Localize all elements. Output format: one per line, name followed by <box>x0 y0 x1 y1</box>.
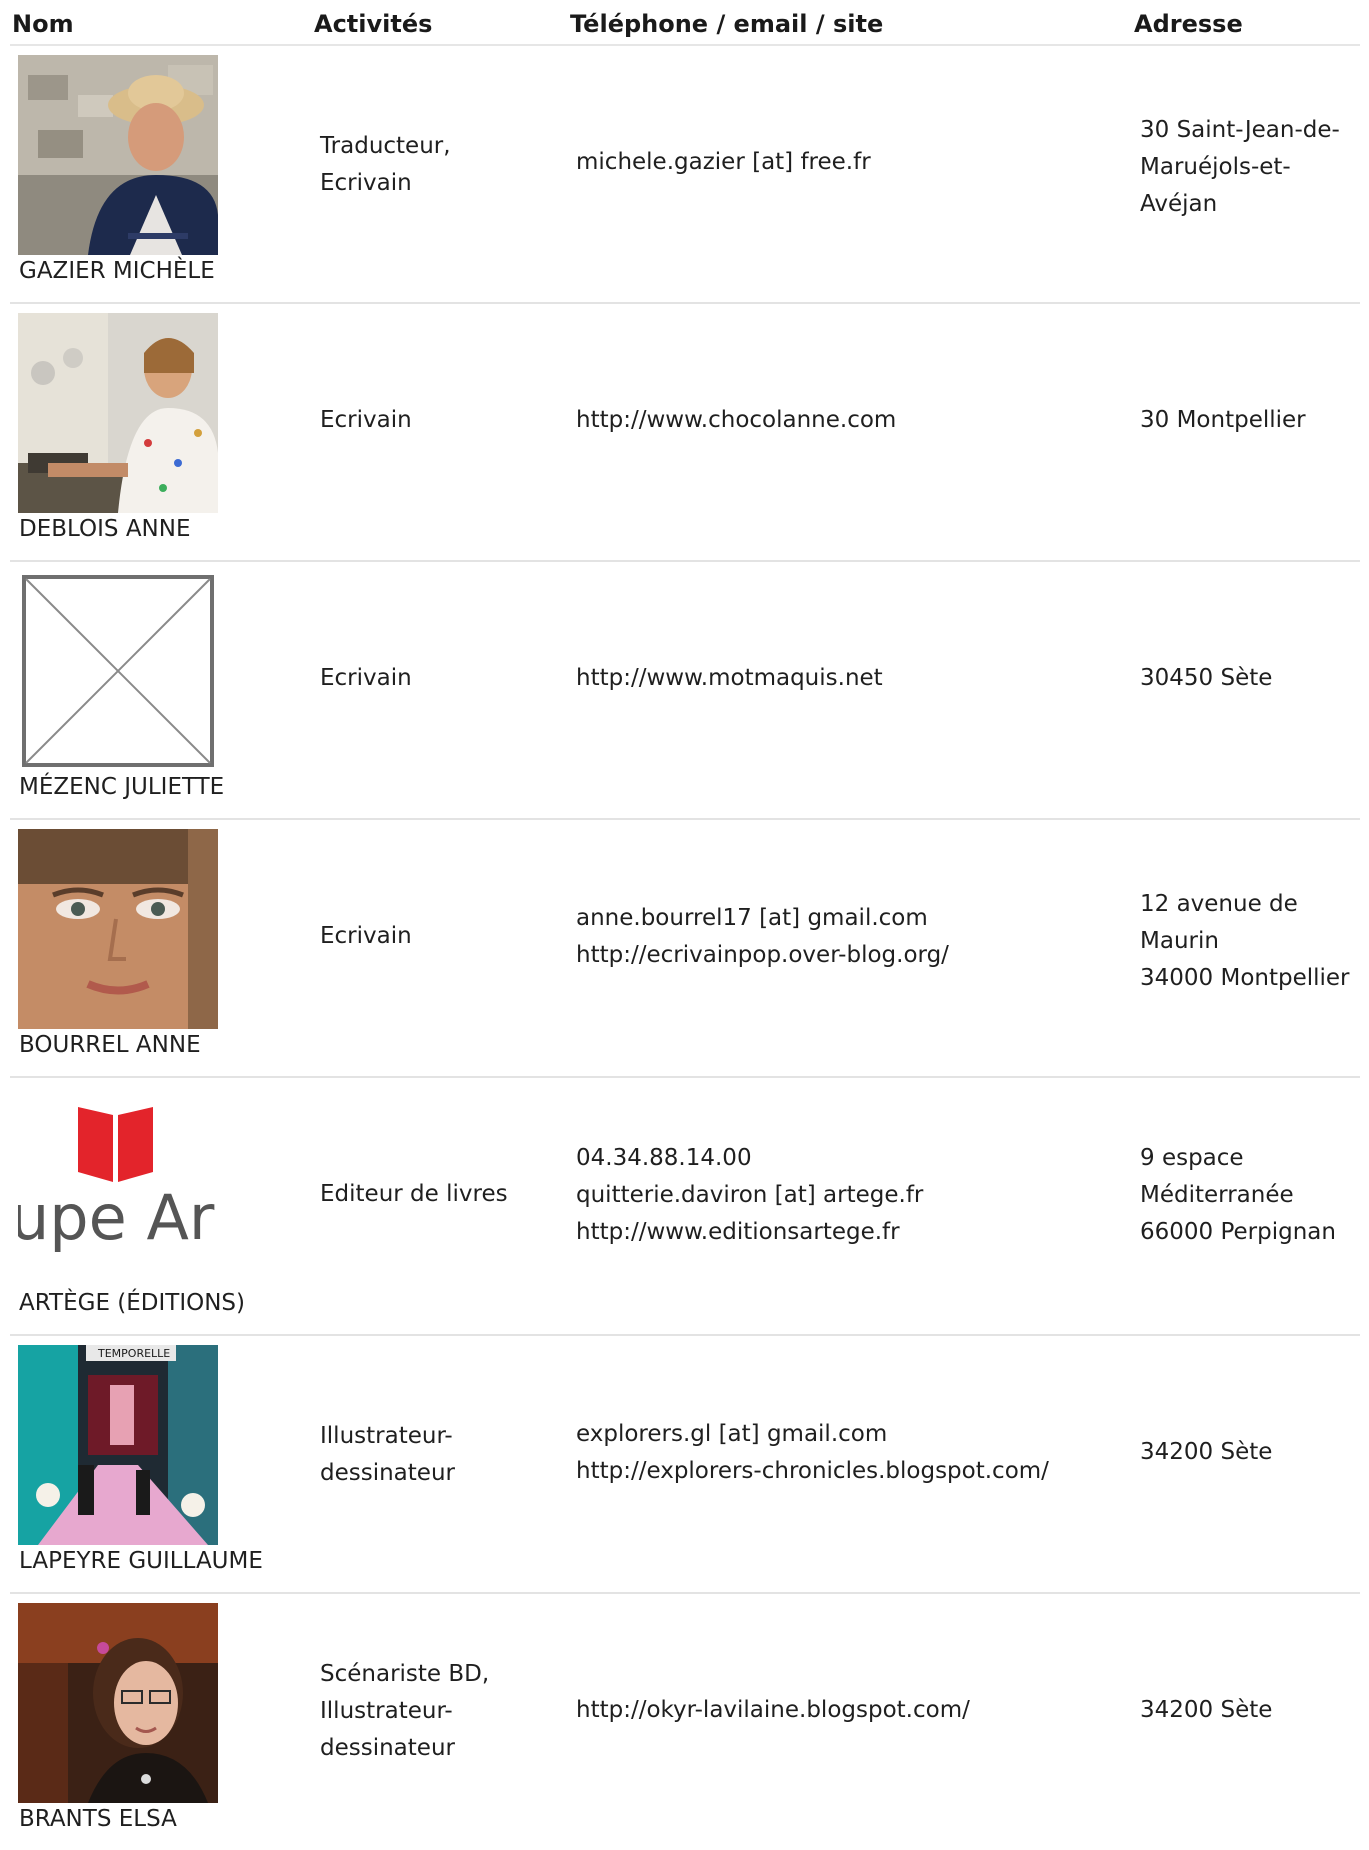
header-contact: Téléphone / email / site <box>570 10 884 38</box>
table-row: BRANTS ELSA Scénariste BD, Illustrateur-… <box>10 1594 1360 1850</box>
address-cell: 30 Montpellier <box>1140 407 1306 433</box>
publisher-logo[interactable]: upe Ar <box>18 1087 218 1287</box>
person-name[interactable]: GAZIER MICHÈLE <box>19 258 215 284</box>
missing-image-placeholder-icon[interactable] <box>18 571 218 771</box>
header-name: Nom <box>12 10 74 38</box>
email-text: anne.bourrel17 [at] gmail.com <box>576 905 928 931</box>
activities-cell: Illustrateur- dessinateur <box>320 1423 455 1486</box>
address-cell: 34200 Sète <box>1140 1439 1273 1465</box>
address-cell: 30450 Sète <box>1140 665 1273 691</box>
person-name[interactable]: DEBLOIS ANNE <box>19 516 191 542</box>
website-link[interactable]: http://www.editionsartege.fr <box>576 1214 1116 1251</box>
table-row: upe Ar ARTÈGE (ÉDITIONS) Editeur de livr… <box>10 1078 1360 1336</box>
table-header: Nom Activités Téléphone / email / site A… <box>10 0 1360 46</box>
header-address: Adresse <box>1134 10 1243 38</box>
phone-text: 04.34.88.14.00 <box>576 1145 752 1171</box>
table-row: TEMPORELLE LAPEYRE GUILLAUME Illustrateu… <box>10 1336 1360 1594</box>
book-cover-image[interactable]: TEMPORELLE <box>18 1345 218 1545</box>
contact-cell: http://www.motmaquis.net <box>576 660 1116 697</box>
address-cell: 30 Saint-Jean-de- Maruéjols-et- Avéjan <box>1140 117 1340 217</box>
contact-cell: http://okyr-lavilaine.blogspot.com/ <box>576 1692 1116 1729</box>
table-row: MÉZENC JULIETTE Ecrivain http://www.motm… <box>10 562 1360 820</box>
profile-photo[interactable] <box>18 55 218 255</box>
activities-cell: Ecrivain <box>320 407 412 433</box>
contact-cell: anne.bourrel17 [at] gmail.com http://ecr… <box>576 900 1116 974</box>
website-link[interactable]: http://okyr-lavilaine.blogspot.com/ <box>576 1692 1116 1729</box>
profile-photo[interactable] <box>18 1603 218 1803</box>
address-cell: 34200 Sète <box>1140 1697 1273 1723</box>
email-text: michele.gazier [at] free.fr <box>576 149 871 175</box>
activities-cell: Ecrivain <box>320 923 412 949</box>
activities-cell: Traducteur, Ecrivain <box>320 133 451 196</box>
contact-cell: http://www.chocolanne.com <box>576 402 1116 439</box>
header-activities: Activités <box>314 10 433 38</box>
person-name[interactable]: BRANTS ELSA <box>19 1806 177 1832</box>
address-cell: 9 espace Méditerranée 66000 Perpignan <box>1140 1145 1336 1245</box>
website-link[interactable]: http://www.chocolanne.com <box>576 402 1116 439</box>
activities-cell: Scénariste BD, Illustrateur- dessinateur <box>320 1661 490 1761</box>
table-row: GAZIER MICHÈLE Traducteur, Ecrivain mich… <box>10 46 1360 304</box>
website-link[interactable]: http://explorers-chronicles.blogspot.com… <box>576 1453 1116 1490</box>
svg-text:upe Ar: upe Ar <box>18 1181 215 1254</box>
profile-photo[interactable] <box>18 829 218 1029</box>
svg-text:TEMPORELLE: TEMPORELLE <box>97 1347 170 1360</box>
person-name[interactable]: LAPEYRE GUILLAUME <box>19 1548 263 1574</box>
activities-cell: Ecrivain <box>320 665 412 691</box>
address-cell: 12 avenue de Maurin 34000 Montpellier <box>1140 891 1350 991</box>
person-name[interactable]: ARTÈGE (ÉDITIONS) <box>19 1290 245 1316</box>
profile-photo[interactable] <box>18 313 218 513</box>
contact-cell: michele.gazier [at] free.fr <box>576 144 1116 181</box>
table-row: BOURREL ANNE Ecrivain anne.bourrel17 [at… <box>10 820 1360 1078</box>
activities-cell: Editeur de livres <box>320 1181 508 1207</box>
website-link[interactable]: http://ecrivainpop.over-blog.org/ <box>576 937 1116 974</box>
email-text: quitterie.daviron [at] artege.fr <box>576 1182 924 1208</box>
contact-cell: 04.34.88.14.00 quitterie.daviron [at] ar… <box>576 1140 1116 1251</box>
table-row: DEBLOIS ANNE Ecrivain http://www.chocola… <box>10 304 1360 562</box>
contact-cell: explorers.gl [at] gmail.com http://explo… <box>576 1416 1116 1490</box>
website-link[interactable]: http://www.motmaquis.net <box>576 660 1116 697</box>
person-name[interactable]: BOURREL ANNE <box>19 1032 201 1058</box>
person-name[interactable]: MÉZENC JULIETTE <box>19 774 224 800</box>
email-text: explorers.gl [at] gmail.com <box>576 1421 888 1447</box>
